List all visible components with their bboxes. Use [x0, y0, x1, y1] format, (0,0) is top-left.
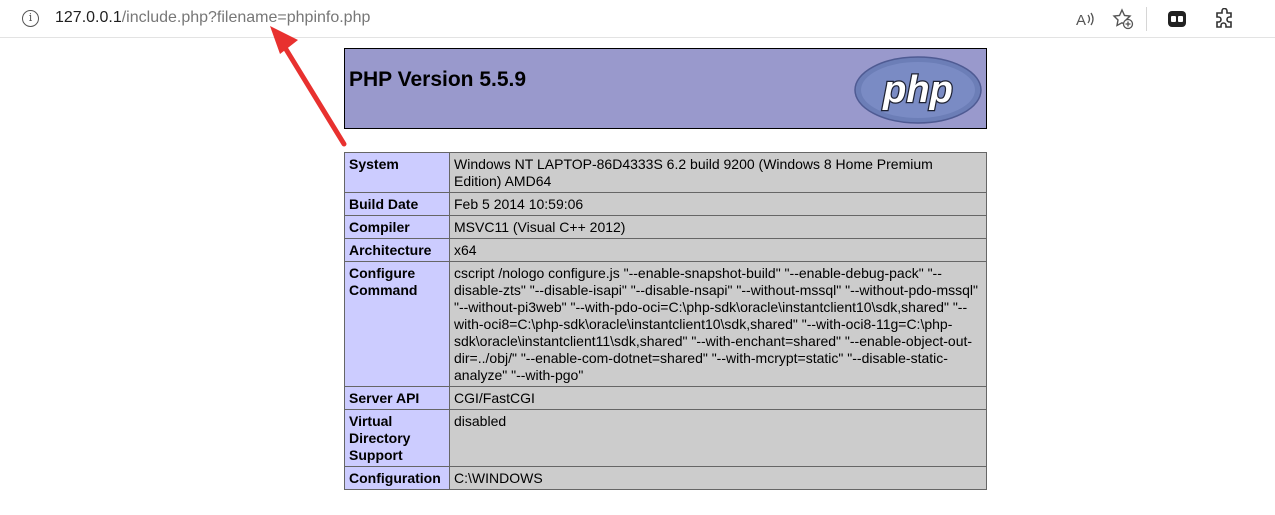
row-key: Server API	[344, 386, 450, 410]
read-aloud-icon[interactable]: A	[1074, 8, 1096, 30]
row-value: CGI/FastCGI	[449, 386, 987, 410]
php-version-header: PHP Version 5.5.9 php	[344, 48, 987, 129]
table-row: Architecture x64	[344, 238, 987, 262]
table-row: Configure Command cscript /nologo config…	[344, 261, 987, 387]
svg-text:A: A	[1076, 12, 1086, 29]
info-icon[interactable]: i	[22, 10, 39, 27]
row-value: x64	[449, 238, 987, 262]
row-key: System	[344, 152, 450, 193]
url-host: 127.0.0.1	[55, 9, 122, 26]
row-value: MSVC11 (Visual C++ 2012)	[449, 215, 987, 239]
row-value: Feb 5 2014 10:59:06	[449, 192, 987, 216]
row-value: cscript /nologo configure.js "--enable-s…	[449, 261, 987, 387]
row-key: Build Date	[344, 192, 450, 216]
php-logo-text: php	[882, 69, 953, 111]
collections-icon[interactable]	[1166, 8, 1188, 30]
row-value: disabled	[449, 409, 987, 467]
table-row: System Windows NT LAPTOP-86D4333S 6.2 bu…	[344, 152, 987, 193]
toolbar-separator	[1146, 7, 1147, 31]
page-title: PHP Version 5.5.9	[349, 68, 527, 91]
browser-address-bar: i 127.0.0.1/include.php?filename=phpinfo…	[0, 0, 1275, 38]
table-row: Server API CGI/FastCGI	[344, 386, 987, 410]
row-key: Compiler	[344, 215, 450, 239]
php-logo: php	[854, 56, 982, 124]
table-row: Virtual Directory Support disabled	[344, 409, 987, 467]
row-value: Windows NT LAPTOP-86D4333S 6.2 build 920…	[449, 152, 987, 193]
table-row: Configuration C:\WINDOWS	[344, 466, 987, 490]
php-info-table: System Windows NT LAPTOP-86D4333S 6.2 bu…	[344, 152, 987, 490]
extensions-icon[interactable]	[1214, 8, 1236, 30]
table-row: Compiler MSVC11 (Visual C++ 2012)	[344, 215, 987, 239]
table-row: Build Date Feb 5 2014 10:59:06	[344, 192, 987, 216]
row-key: Configuration	[344, 466, 450, 490]
row-key: Configure Command	[344, 261, 450, 387]
row-key: Architecture	[344, 238, 450, 262]
add-favorite-icon[interactable]	[1112, 8, 1134, 30]
row-key: Virtual Directory Support	[344, 409, 450, 467]
row-value: C:\WINDOWS	[449, 466, 987, 490]
